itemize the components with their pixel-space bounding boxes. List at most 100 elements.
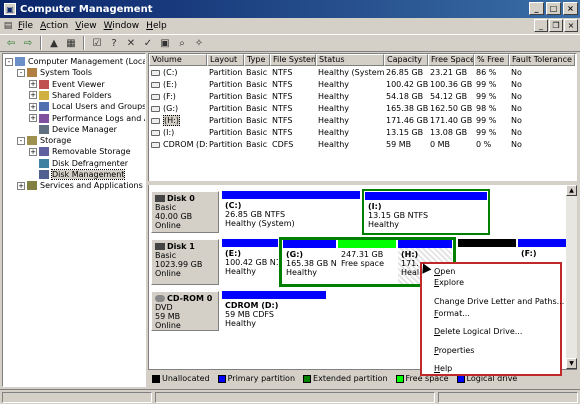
- table-cell: 99 %: [476, 80, 497, 89]
- volume-cell: (C:): [149, 67, 207, 79]
- expand-icon[interactable]: +: [29, 91, 37, 100]
- tree-item[interactable]: - Storage: [17, 135, 71, 146]
- expand-icon[interactable]: +: [29, 102, 37, 111]
- cdrom0-label[interactable]: CD-ROM 0 DVD 59 MB Online: [151, 291, 219, 331]
- table-cell: Partition: [209, 104, 243, 113]
- hard-disk-icon: [155, 243, 165, 250]
- properties-icon[interactable]: ☑: [90, 36, 104, 50]
- table-cell: 59 MB: [386, 140, 412, 149]
- tree-node-icon: [27, 181, 37, 191]
- column-header[interactable]: Layout: [207, 54, 244, 66]
- minimize-button[interactable]: _: [529, 2, 544, 15]
- mdi-close-button[interactable]: ×: [564, 19, 578, 32]
- checklist-icon[interactable]: ✓: [141, 36, 155, 50]
- mdi-minimize-button[interactable]: _: [534, 19, 548, 32]
- column-header[interactable]: Capacity: [384, 54, 428, 66]
- partition-i[interactable]: (I:) 13.15 GB NTFS Healthy: [365, 192, 487, 232]
- free-space-region[interactable]: 247.31 GB Free space: [338, 240, 396, 284]
- expand-icon[interactable]: +: [29, 114, 37, 122]
- expand-icon[interactable]: +: [17, 181, 25, 190]
- expand-icon[interactable]: +: [29, 147, 37, 156]
- collapse-icon[interactable]: -: [17, 68, 25, 77]
- help-icon[interactable]: ?: [107, 36, 121, 50]
- menu-item-help[interactable]: Help: [434, 363, 452, 374]
- tree-item[interactable]: + Services and Applications: [17, 180, 143, 191]
- mdi-restore-button[interactable]: ❐: [549, 19, 563, 32]
- partition-c[interactable]: (C:) 26.85 GB NTFS Healthy (System): [222, 191, 360, 233]
- table-row[interactable]: (H:) Partition Basic NTFS Healthy 171.46 GB 17…: [149, 115, 575, 127]
- table-row[interactable]: (E:) Partition Basic NTFS Healthy 100.42 GB 10…: [149, 79, 575, 91]
- search-icon[interactable]: ⌕: [175, 36, 189, 50]
- tree-item[interactable]: - System Tools: [17, 67, 92, 78]
- menu-action[interactable]: Action: [40, 21, 75, 31]
- menu-item-properties[interactable]: Properties: [434, 345, 474, 356]
- tree-item-label: System Tools: [40, 68, 93, 78]
- partition-e[interactable]: (E:) 100.42 GB N1 Healthy: [222, 239, 278, 285]
- tree-item[interactable]: + Removable Storage: [29, 146, 131, 157]
- up-folder-icon[interactable]: ▲: [47, 36, 61, 50]
- scroll-up-icon[interactable]: ▲: [566, 185, 577, 196]
- tree-item[interactable]: - Computer Management (Local): [5, 56, 145, 67]
- table-cell: 98 %: [476, 104, 497, 113]
- collapse-icon[interactable]: -: [5, 57, 13, 66]
- column-header[interactable]: File System: [270, 54, 316, 66]
- table-row[interactable]: (G:) Partition Basic NTFS Healthy 165.38 GB 16…: [149, 103, 575, 115]
- menu-file[interactable]: File: [18, 21, 40, 31]
- partition-g[interactable]: (G:) 165.38 GB N1 Healthy: [283, 240, 336, 284]
- legend-extended: Extended partition: [303, 374, 388, 383]
- title-bar: ▣ Computer Management _ □ ×: [0, 0, 580, 18]
- wizard-icon[interactable]: ✧: [192, 36, 206, 50]
- mdi-child-icon[interactable]: ▤: [2, 20, 14, 32]
- forward-icon[interactable]: ⇨: [21, 36, 35, 50]
- tree-item[interactable]: + Event Viewer: [29, 79, 105, 90]
- tree-item[interactable]: + Shared Folders: [29, 90, 112, 101]
- drive-icon: [151, 129, 160, 136]
- tree-item[interactable]: + Performance Logs and Alerts: [29, 113, 145, 124]
- tree-item[interactable]: Device Manager: [29, 124, 117, 135]
- back-icon[interactable]: ⇦: [4, 36, 18, 50]
- maximize-button[interactable]: □: [546, 2, 561, 15]
- column-header[interactable]: Volume: [149, 54, 207, 66]
- tree-item-label: Services and Applications: [40, 181, 143, 191]
- partition-cdrom-d[interactable]: CDROM (D:) 59 MB CDFS Healthy: [222, 291, 326, 331]
- table-cell: Healthy: [318, 92, 350, 101]
- table-row[interactable]: (C:) Partition Basic NTFS Healthy (System) 26…: [149, 67, 575, 79]
- drive-icon: [151, 69, 160, 76]
- table-row[interactable]: CDROM (D:) Partition Basic CDFS Healthy 59 MB…: [149, 139, 575, 151]
- collapse-icon[interactable]: -: [17, 136, 25, 145]
- table-cell: NTFS: [272, 116, 293, 125]
- tree-item[interactable]: + Local Users and Groups: [29, 101, 145, 112]
- menu-view[interactable]: View: [75, 21, 103, 31]
- volume-list-header: Volume Layout Type File System Status Capacit…: [149, 54, 575, 66]
- show-hide-tree-icon[interactable]: ▦: [64, 36, 78, 50]
- tree-item[interactable]: Disk Management: [29, 169, 126, 180]
- column-header[interactable]: Fault Tolerance: [509, 54, 575, 66]
- menu-item-format[interactable]: Format...: [434, 308, 470, 319]
- tree-item[interactable]: Disk Defragmenter: [29, 158, 128, 169]
- menu-help[interactable]: Help: [146, 21, 174, 31]
- menu-item-change-drive-letter[interactable]: Change Drive Letter and Paths...: [434, 296, 564, 307]
- tree-item-label: Shared Folders: [52, 90, 112, 100]
- export-icon[interactable]: ▣: [158, 36, 172, 50]
- table-cell: 171.40 GB: [430, 116, 473, 125]
- disk-view-scrollbar[interactable]: ▲ ▼: [566, 185, 577, 369]
- table-row[interactable]: (I:) Partition Basic NTFS Healthy 13.15 GB 13.…: [149, 127, 575, 139]
- column-header[interactable]: % Free: [474, 54, 509, 66]
- disk0-label[interactable]: Disk 0 Basic 40.00 GB Online: [151, 191, 219, 233]
- menu-item-delete-logical-drive[interactable]: Delete Logical Drive...: [434, 326, 522, 337]
- expand-icon[interactable]: +: [29, 80, 37, 89]
- close-button[interactable]: ×: [563, 2, 578, 15]
- column-header[interactable]: Free Space: [428, 54, 474, 66]
- scroll-down-icon[interactable]: ▼: [566, 358, 577, 369]
- delete-icon[interactable]: ✕: [124, 36, 138, 50]
- menu-item-explore[interactable]: Explore: [434, 277, 464, 288]
- menu-window[interactable]: Window: [104, 21, 147, 31]
- volume-name: CDROM (D:): [163, 140, 207, 149]
- column-header[interactable]: Type: [244, 54, 270, 66]
- disk1-label[interactable]: Disk 1 Basic 1023.99 GB Online: [151, 239, 219, 285]
- table-row[interactable]: (F:) Partition Basic NTFS Healthy 54.18 GB 54.…: [149, 91, 575, 103]
- column-header[interactable]: Status: [316, 54, 384, 66]
- table-cell: 54.12 GB: [430, 92, 468, 101]
- menu-item-open[interactable]: Open: [434, 266, 455, 277]
- table-cell: CDFS: [272, 140, 294, 149]
